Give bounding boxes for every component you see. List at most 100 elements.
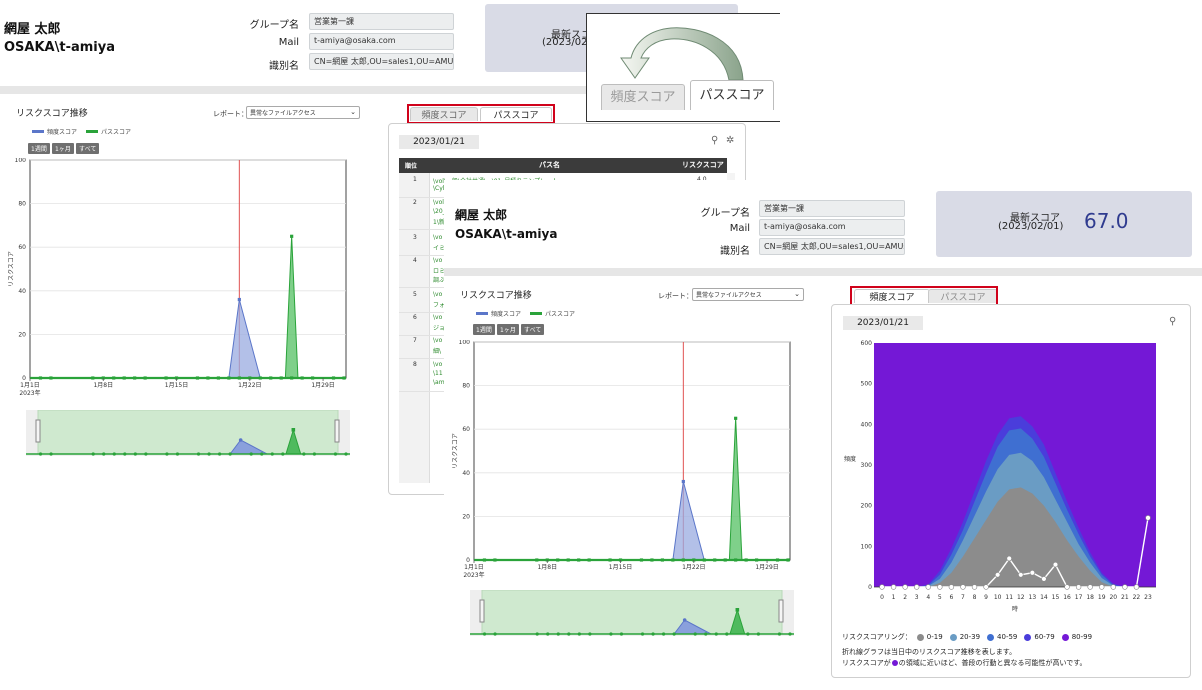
dn-field: CN=網屋 太郎,OU=sales1,OU=AMUs [759,238,905,255]
range-all-button[interactable]: すべて [521,324,545,335]
legend-dot-icon [987,633,995,641]
navigator-point [493,632,497,636]
table-row-rank: 1 [413,176,417,183]
data-point [786,558,790,562]
range-all-button[interactable]: すべて [76,143,100,154]
data-point [744,558,748,562]
callout-tab-freq: 頻度スコア [601,84,685,110]
x-tick-label: 15 [1052,594,1060,601]
navigator-point [38,452,43,456]
data-point [38,376,43,380]
user-account: OSAKA\t-amiya [4,40,115,55]
report-select[interactable]: 異常なファイルアクセス ⌄ [692,288,804,301]
x-tick-label: 5 [938,594,942,601]
report-label: レポート： [658,292,693,300]
y-tick-label: 200 [861,503,873,510]
risk-point [925,584,931,590]
y-tick-label: 0 [868,584,872,591]
navigator-point [49,452,53,456]
freq-legend-label: 頻度スコア [47,129,78,136]
y-axis-label: リスクスコア [8,251,15,287]
x-tick-label: 8 [973,594,977,601]
table-row-rank: 7 [413,337,417,344]
y-tick-label: 100 [459,340,471,346]
x-tick-label: 9 [984,594,988,601]
switch-arrow-icon [620,27,744,81]
front-screen: 網屋 太郎 OSAKA\t-amiya グループ名 営業第一課 Mail t-a… [444,180,1202,690]
mail-label: Mail [278,37,299,48]
data-point [713,558,717,562]
navigator-point [788,632,792,636]
navigator-path-peak [735,608,740,612]
range-1week-button[interactable]: 1週間 [28,143,50,154]
group-label: グループ名 [249,20,299,31]
range-1week-button[interactable]: 1週間 [473,324,495,335]
navigator-point [165,452,169,456]
range-1month-button[interactable]: 1ヶ月 [52,143,74,154]
risk-point [983,584,989,590]
trend-legend: 頻度スコア パススコア [476,309,575,318]
legend-dot-icon [949,633,957,641]
tab-switch-callout: 頻度スコア パススコア [586,13,780,122]
col-path-header: パス名 [539,161,560,169]
navigator-point [91,452,95,456]
x-axis-label: 時 [1012,605,1018,613]
legend-label: 60-79 [1034,633,1055,641]
data-point [122,376,126,380]
range-1month-button[interactable]: 1ヶ月 [497,324,519,335]
risk-point [1052,561,1059,568]
y-tick-label: 20 [18,331,26,338]
navigator-back[interactable] [26,410,350,458]
navigator-point [714,632,718,636]
freq-legend-swatch [476,312,488,315]
group-label: グループ名 [700,208,750,219]
navigator-freq-peak [682,618,687,622]
freq-score-card: 2023/01/21 ⚲ 0 100 200 300 400 500 600 頻度 0 1 2 3 4 5… [831,304,1191,678]
note-line-2: リスクスコアが の領域に近いほど、普段の行動と異なる可能性が高いです。 [842,658,1087,668]
col-rank-header: 順位 [405,163,418,170]
data-point [227,376,231,380]
x-tick-label: 0 [880,594,884,601]
data-point [681,558,685,562]
trend-title: リスクスコア推移 [16,109,88,119]
legend-label: 0-19 [926,633,943,641]
navigator-point [228,452,232,456]
x-tick-label: 17 [1075,594,1083,601]
risk-legend-title: リスクスコアリング： [842,633,912,641]
risk-point [1006,555,1012,562]
risk-point [1145,515,1151,521]
x-tick-label: 10 [994,594,1002,601]
search-icon[interactable]: ⚲ [1169,316,1176,327]
navigator-front[interactable] [470,590,794,640]
path-peak-point [290,234,294,238]
data-point [755,558,759,562]
path-legend-label: パススコア [101,129,132,136]
y-tick-label: 400 [861,421,873,428]
gear-icon[interactable]: ✲ [726,135,734,146]
x-tick-label: 6 [949,594,953,601]
y-tick-label: 300 [861,462,873,469]
search-icon[interactable]: ⚲ [711,135,718,146]
mail-field: t-amiya@osaka.com [759,219,905,236]
trend-chart-front: 0 20 40 60 80 100 リスクスコア 1月1日 1月8日 1月15日 1月22日 1月29… [452,340,791,579]
table-row-rank: 4 [413,257,417,264]
x-tick-label: 3 [915,594,919,601]
navigator-handle-left [35,419,41,443]
dn-label: 識別名 [269,61,299,72]
data-point [775,558,780,562]
navigator-point [651,632,655,636]
navigator-point [207,452,211,456]
header-separator [444,268,1202,276]
risk-point [1075,584,1082,590]
report-select-value: 異常なファイルアクセス [696,292,762,299]
tab-highlight [850,286,998,306]
risk-point [960,584,966,590]
data-point [650,558,654,562]
navigator-point [112,452,116,456]
x-tick-label: 1月22日 [682,564,705,571]
data-point [342,376,346,380]
y-tick-label: 40 [462,470,470,477]
report-select[interactable]: 異常なファイルアクセス ⌄ [246,106,360,119]
navigator-point [725,632,729,636]
x-tick-label: 1 [892,594,896,601]
